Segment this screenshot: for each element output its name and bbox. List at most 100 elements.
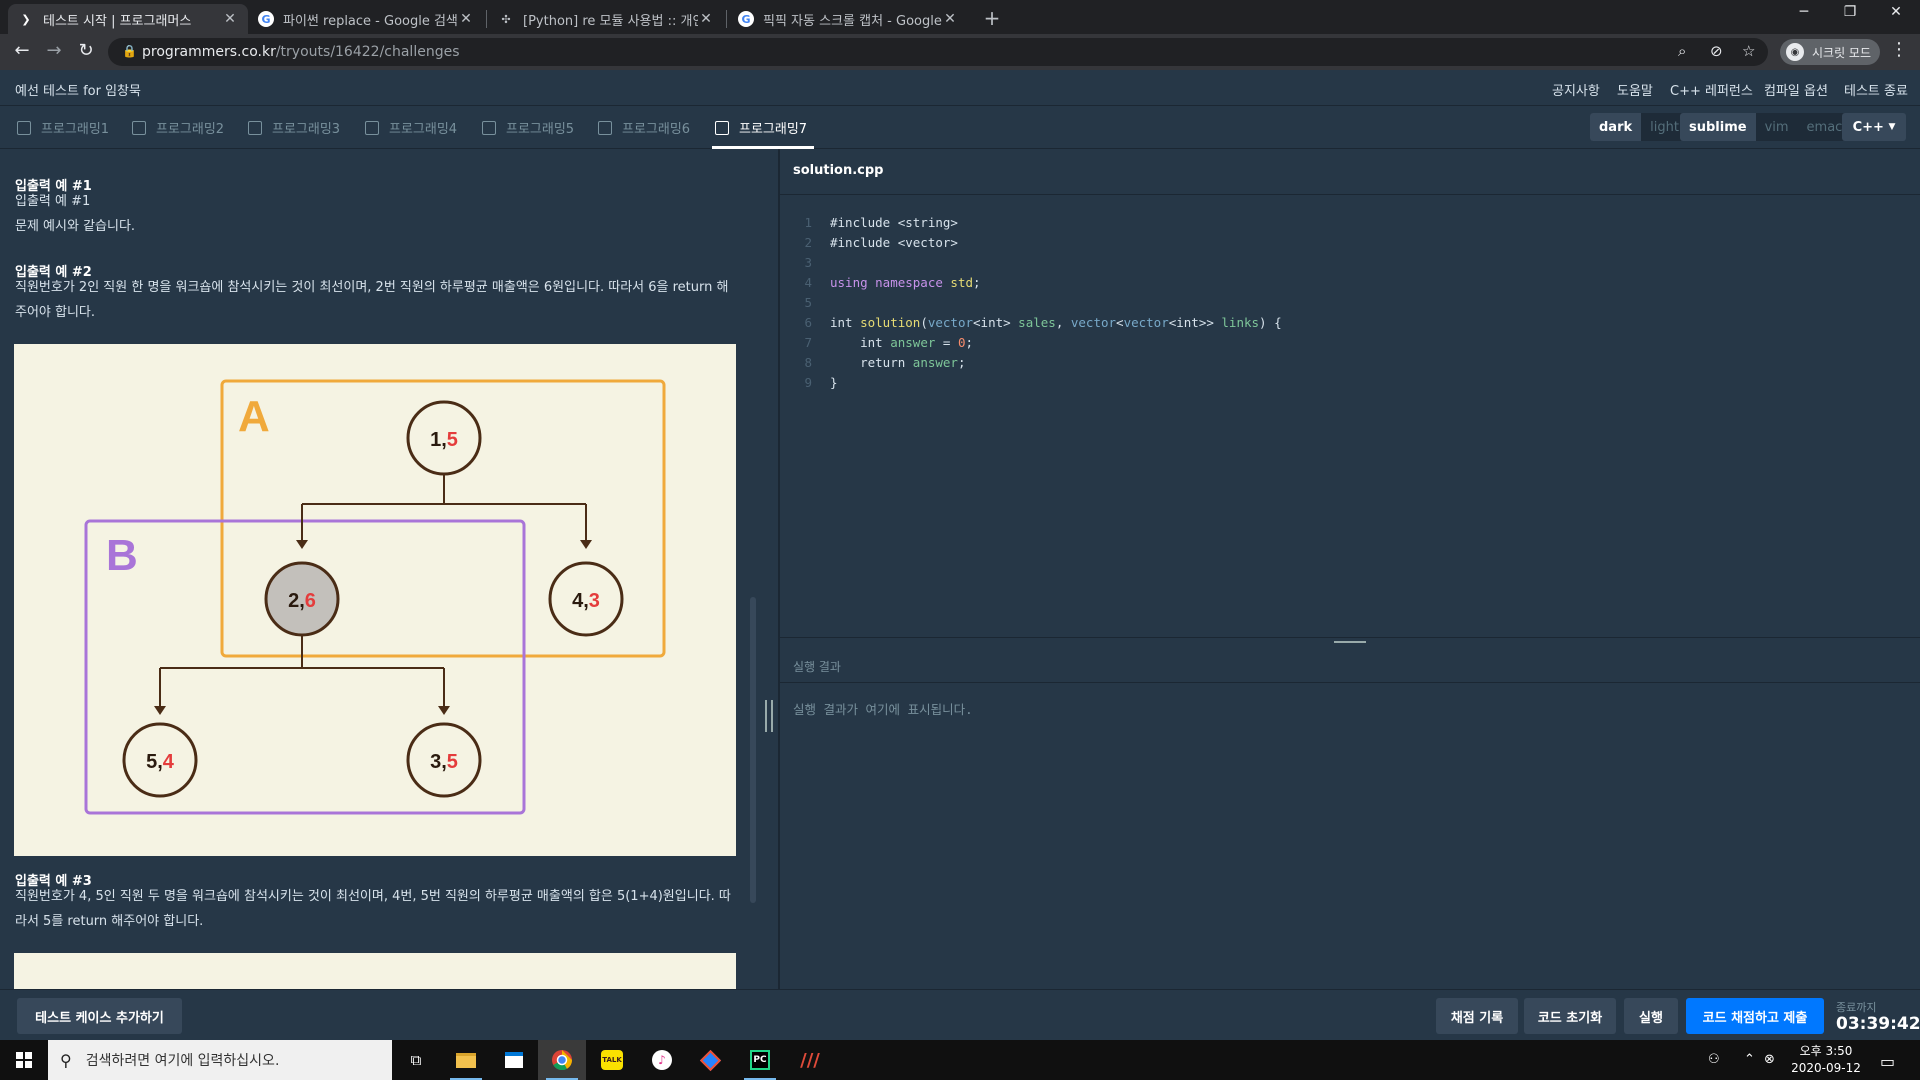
itunes-icon[interactable]: ♪	[638, 1040, 686, 1080]
tab-programming-2[interactable]: 프로그래밍2	[132, 118, 224, 137]
notification-center-icon[interactable]: ▭	[1880, 1052, 1895, 1071]
line-number: 9	[804, 375, 812, 390]
grading-history-button[interactable]: 채점 기록	[1436, 998, 1518, 1034]
run-button[interactable]: 실행	[1624, 998, 1678, 1034]
node-1: 1,5	[406, 400, 482, 476]
url-text: programmers.co.kr/tryouts/16422/challeng…	[142, 44, 460, 60]
notice-link[interactable]: 공지사항	[1552, 80, 1600, 99]
forward-arrow-icon[interactable]: →	[42, 40, 66, 61]
close-icon[interactable]: ✕	[458, 11, 474, 27]
more-menu-icon[interactable]: ⋮	[1890, 39, 1908, 60]
line-number: 6	[804, 315, 812, 330]
tab-programming-1[interactable]: 프로그래밍1	[17, 118, 109, 137]
help-link[interactable]: 도움말	[1617, 80, 1653, 99]
add-test-case-button[interactable]: 테스트 케이스 추가하기	[17, 998, 182, 1034]
cpp-reference-link[interactable]: C++ 레퍼런스	[1670, 80, 1753, 99]
tray-chevron-up-icon[interactable]: ⌃	[1744, 1052, 1755, 1067]
theme-dark-button[interactable]: dark	[1590, 113, 1642, 141]
node-3: 3,5	[406, 722, 482, 798]
sourcetree-icon[interactable]	[686, 1040, 734, 1080]
node-id: 3	[430, 751, 441, 773]
node-label: 4,3	[572, 590, 600, 612]
checkbox-icon	[17, 120, 31, 135]
example-2-figure: A B 1,5 2,6 4,3 5,4 3,5	[14, 344, 736, 856]
close-icon[interactable]: ✕	[222, 11, 238, 27]
pycharm-icon[interactable]: PC	[736, 1040, 784, 1080]
node-id: 5	[146, 751, 157, 773]
problem-scrollbar[interactable]	[750, 597, 756, 903]
result-title: 실행 결과	[793, 660, 841, 674]
arrowhead	[438, 706, 450, 715]
app-header: 예선 테스트 for 임창묵 공지사항 도움말 C++ 레퍼런스 컴파일 옵션 …	[0, 70, 1920, 106]
node-sales: 4	[163, 751, 175, 773]
tab-programming-3[interactable]: 프로그래밍3	[248, 118, 340, 137]
back-arrow-icon[interactable]: ←	[10, 40, 34, 61]
restore-icon[interactable]: ❐	[1830, 4, 1870, 20]
tab-programming-7[interactable]: 프로그래밍7	[715, 118, 807, 137]
compile-options-link[interactable]: 컴파일 옵션	[1764, 80, 1828, 99]
tab-programming-6[interactable]: 프로그래밍6	[598, 118, 690, 137]
browser-tab-google-replace[interactable]: G 파이썬 replace - Google 검색 ✕	[248, 4, 484, 34]
window-close-icon[interactable]: ✕	[1876, 4, 1916, 20]
file-name: solution.cpp	[793, 163, 884, 178]
checkbox-icon	[365, 120, 379, 135]
url-host: programmers.co.kr	[142, 44, 276, 60]
group-b-label: B	[106, 531, 138, 580]
taskbar-search-input[interactable]: ⚲ 검색하려면 여기에 입력하십시오.	[48, 1040, 392, 1080]
kakaotalk-icon[interactable]: TALK	[588, 1040, 636, 1080]
taskbar-clock[interactable]: 오후 3:50 2020-09-12	[1786, 1043, 1866, 1077]
tab-programming-5[interactable]: 프로그래밍5	[482, 118, 574, 137]
tab-programming-4[interactable]: 프로그래밍4	[365, 118, 457, 137]
browser-tab-picpick[interactable]: G 픽픽 자동 스크롤 캡처 - Google ✕	[728, 4, 968, 34]
close-icon[interactable]: ✕	[698, 11, 714, 27]
node-sales: 5	[447, 429, 458, 451]
node-id: 1	[430, 429, 441, 451]
timer-label: 종료까지	[1836, 1001, 1877, 1014]
new-tab-icon[interactable]: +	[978, 6, 1006, 30]
tracking-blocked-eye-icon[interactable]: ⊘	[1710, 42, 1723, 60]
node-sales: 5	[447, 751, 458, 773]
reload-icon[interactable]: ↻	[74, 40, 98, 61]
windows-taskbar: ⚲ 검색하려면 여기에 입력하십시오. ⧉ TALK ♪ PC /// ⚇ ⌃ …	[0, 1040, 1920, 1080]
file-explorer-icon[interactable]	[442, 1040, 490, 1080]
reset-code-button[interactable]: 코드 초기화	[1524, 998, 1616, 1034]
edge-2-children	[159, 636, 445, 706]
task-view-icon[interactable]: ⧉	[392, 1040, 440, 1080]
tab-label: 프로그래밍1	[41, 122, 110, 137]
people-icon[interactable]: ⚇	[1708, 1052, 1720, 1067]
code-editor[interactable]: solution.cpp 1 #include <string> 2 #includ…	[780, 149, 1920, 637]
address-bar[interactable]: 🔒 programmers.co.kr/tryouts/16422/challe…	[108, 38, 1768, 66]
tistory-favicon-icon: ✣	[501, 12, 511, 26]
network-disconnected-icon[interactable]: ⊗	[1764, 1052, 1775, 1067]
minimize-icon[interactable]: ─	[1784, 4, 1824, 20]
browser-toolbar: ← → ↻ 🔒 programmers.co.kr/tryouts/16422/…	[0, 34, 1920, 70]
keymap-sublime-button[interactable]: sublime	[1680, 113, 1756, 141]
checkbox-icon	[715, 120, 729, 135]
chrome-icon[interactable]	[538, 1040, 586, 1080]
example-1-line-2: 문제 예시와 같습니다.	[15, 219, 136, 234]
keymap-vim-button[interactable]: vim	[1756, 113, 1798, 141]
code-text: }	[830, 375, 838, 390]
countdown-timer: 03:39:42	[1836, 1014, 1920, 1034]
line-number: 1	[804, 215, 812, 230]
winrar-icon[interactable]: ///	[786, 1040, 834, 1080]
submit-button[interactable]: 코드 채점하고 제출	[1686, 998, 1824, 1034]
zoom-icon[interactable]: ⌕	[1678, 42, 1686, 60]
keymap-toggle: sublime vim emacs	[1680, 113, 1859, 141]
browser-tab-programmers[interactable]: ❯ 테스트 시작 | 프로그래머스 ✕	[8, 4, 248, 34]
language-select[interactable]: C++ ▼	[1842, 113, 1906, 141]
code-text: #include <vector>	[830, 235, 958, 250]
windows-start-icon[interactable]	[0, 1040, 48, 1080]
tab-label: 프로그래밍4	[389, 122, 458, 137]
checkbox-icon	[598, 120, 612, 135]
clock-time: 오후 3:50	[1799, 1044, 1853, 1058]
incognito-profile-button[interactable]: ◉ 시크릿 모드	[1780, 39, 1880, 65]
node-5: 5,4	[122, 722, 198, 798]
end-test-link[interactable]: 테스트 종료	[1844, 80, 1908, 99]
test-name: 예선 테스트 for 임창묵	[15, 84, 141, 99]
bookmark-star-icon[interactable]: ☆	[1742, 42, 1755, 60]
pane-resize-handle[interactable]	[765, 700, 773, 732]
browser-tab-python-re[interactable]: ✣ [Python] re 모듈 사용법 :: 개인공 ✕	[488, 4, 724, 34]
microsoft-store-icon[interactable]	[490, 1040, 538, 1080]
close-icon[interactable]: ✕	[942, 11, 958, 27]
